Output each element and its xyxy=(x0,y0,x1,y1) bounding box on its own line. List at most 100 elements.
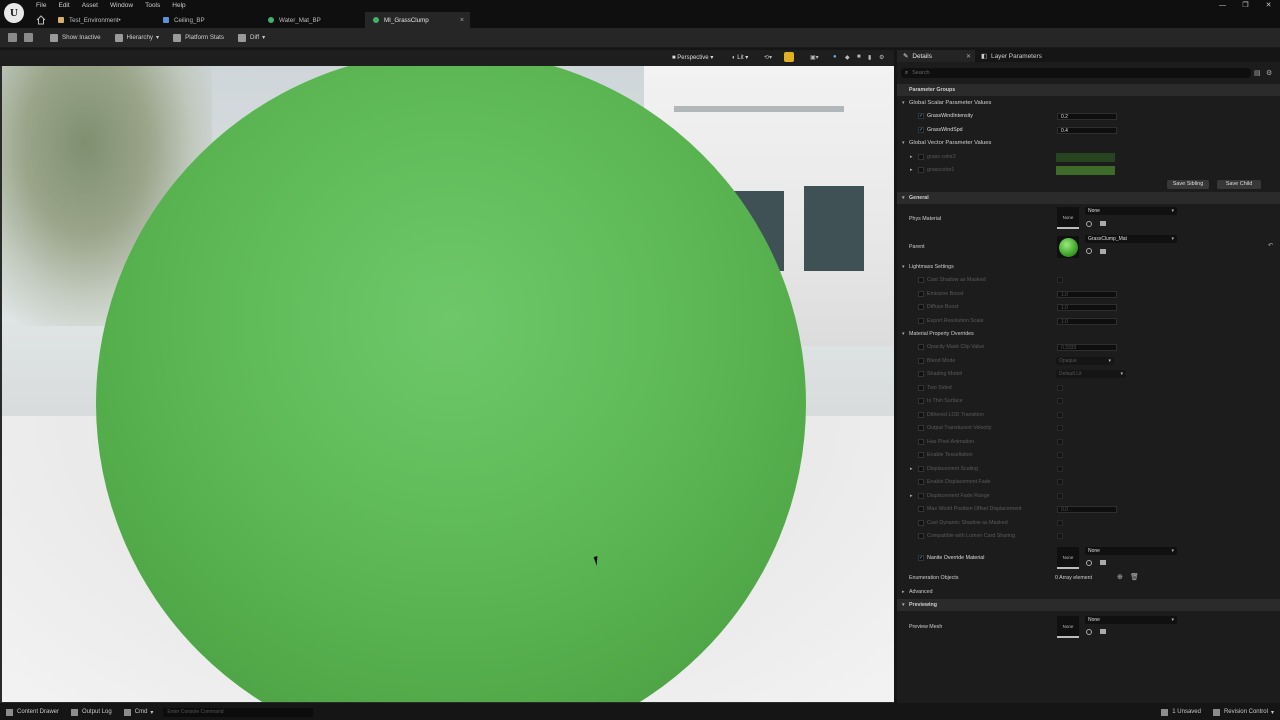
expand-arrow-icon[interactable]: ▸ xyxy=(910,167,913,173)
expand-arrow-icon[interactable]: ▸ xyxy=(910,493,913,499)
cylinder-preview-icon[interactable]: ▮ xyxy=(868,54,871,61)
property-override-checkbox[interactable] xyxy=(918,398,924,404)
property-override-checkbox[interactable] xyxy=(918,425,924,431)
save-sibling-button[interactable]: Save Sibling xyxy=(1167,180,1209,189)
revision-control-button[interactable]: Revision Control ▾ xyxy=(1212,708,1274,716)
property-override-checkbox[interactable] xyxy=(918,438,924,445)
tab-layer-parameters[interactable]: ◧ Layer Parameters xyxy=(975,50,1065,62)
param-value-field[interactable]: 0.4 xyxy=(1057,126,1117,134)
view-mode-dropdown[interactable]: ◐ Lit ▾ xyxy=(732,54,748,61)
material-overrides-header[interactable]: ▾ Material Property Overrides xyxy=(897,328,1280,340)
layout-icon[interactable]: ▣▾ xyxy=(810,54,819,61)
tab-ceiling-bp[interactable]: Ceiling_BP xyxy=(155,12,260,28)
property-value-field[interactable]: 1.0 xyxy=(1057,290,1117,298)
nanite-thumbnail[interactable]: None xyxy=(1057,547,1079,569)
tab-water-mat-bp[interactable]: Water_Mat_BP xyxy=(260,12,365,28)
property-override-checkbox[interactable] xyxy=(918,290,924,297)
property-value-checkbox[interactable] xyxy=(1057,533,1063,539)
tab-details[interactable]: ✎ Details ✕ xyxy=(897,50,975,62)
property-override-checkbox[interactable] xyxy=(918,533,924,539)
property-value-checkbox[interactable] xyxy=(1057,277,1063,283)
property-dropdown[interactable]: Default Lit xyxy=(1056,370,1126,378)
property-value-checkbox[interactable] xyxy=(1057,519,1063,526)
home-icon[interactable] xyxy=(36,15,46,25)
property-override-checkbox[interactable] xyxy=(918,506,924,512)
property-override-checkbox[interactable] xyxy=(918,304,924,310)
content-drawer-button[interactable]: Content Drawer xyxy=(6,708,59,716)
hierarchy-button[interactable]: Hierarchy ▾ xyxy=(114,33,159,42)
param-override-checkbox[interactable] xyxy=(918,555,924,561)
menu-tools[interactable]: Tools xyxy=(139,2,166,12)
expand-arrow-icon[interactable]: ▸ xyxy=(910,154,913,160)
console-input[interactable]: Enter Console Command xyxy=(163,707,314,717)
trash-icon[interactable]: 🗑 xyxy=(1130,573,1139,581)
show-inactive-button[interactable]: Show Inactive xyxy=(50,33,101,42)
parent-thumbnail[interactable] xyxy=(1057,236,1079,258)
property-override-checkbox[interactable] xyxy=(918,465,924,472)
property-override-checkbox[interactable] xyxy=(918,317,924,324)
color-swatch[interactable] xyxy=(1056,152,1115,162)
advanced-header[interactable]: ▸ Advanced xyxy=(897,586,1280,598)
diff-button[interactable]: Diff ▾ xyxy=(237,33,265,42)
platform-stats-button[interactable]: Platform Stats xyxy=(173,33,224,42)
property-override-checkbox[interactable] xyxy=(918,344,924,350)
save-icon[interactable] xyxy=(8,33,17,42)
nanite-override-dropdown[interactable]: None xyxy=(1085,547,1177,555)
property-override-checkbox[interactable] xyxy=(918,411,924,418)
parent-dropdown[interactable]: GrassClump_Mat xyxy=(1085,235,1177,243)
preview-mesh-dropdown[interactable]: None xyxy=(1085,616,1177,624)
param-override-checkbox[interactable] xyxy=(918,113,924,119)
cube-preview-icon[interactable]: ■ xyxy=(857,54,861,60)
color-swatch[interactable] xyxy=(1056,165,1115,175)
property-value-field[interactable]: 1.0 xyxy=(1057,304,1117,311)
perspective-dropdown[interactable]: ■ Perspective ▾ xyxy=(672,54,713,61)
previewing-header[interactable]: ▾ Previewing xyxy=(897,599,1280,611)
property-value-checkbox[interactable] xyxy=(1057,398,1063,404)
mesh-preview-icon[interactable]: ⚙ xyxy=(879,54,884,61)
param-value-field[interactable]: 0.2 xyxy=(1057,112,1117,120)
reset-arrow-icon[interactable]: ↶ xyxy=(1268,242,1273,249)
property-value-field[interactable]: 0.0 xyxy=(1057,506,1117,513)
save-child-button[interactable]: Save Child xyxy=(1217,180,1261,189)
menu-asset[interactable]: Asset xyxy=(76,2,104,12)
property-override-checkbox[interactable] xyxy=(918,371,924,377)
property-value-field[interactable]: 1.0 xyxy=(1057,317,1117,325)
gear-icon[interactable]: ⚙ xyxy=(1266,69,1272,77)
add-element-icon[interactable]: ⊕ xyxy=(1117,573,1123,581)
phys-material-dropdown[interactable]: None xyxy=(1085,207,1177,215)
unreal-logo-icon[interactable]: U xyxy=(4,3,24,23)
property-value-checkbox[interactable] xyxy=(1057,465,1063,472)
close-window-icon[interactable]: ✕ xyxy=(1257,0,1280,12)
menu-edit[interactable]: Edit xyxy=(52,2,75,12)
browse-arrow-icon[interactable] xyxy=(1086,248,1092,254)
browse-icon[interactable] xyxy=(24,33,33,42)
property-override-checkbox[interactable] xyxy=(918,357,924,364)
property-override-checkbox[interactable] xyxy=(918,492,924,499)
close-tab-icon[interactable]: ✕ xyxy=(966,53,971,60)
property-value-checkbox[interactable] xyxy=(1057,438,1063,445)
material-viewport[interactable]: ■ Perspective ▾ ◐ Lit ▾ ⟲▾ ▣▾ ● ◆ ■ ▮ ⚙ … xyxy=(0,50,894,703)
property-dropdown[interactable]: Opaque xyxy=(1056,356,1114,365)
property-value-checkbox[interactable] xyxy=(1057,492,1063,499)
search-input[interactable]: ⌕ Search xyxy=(901,68,1251,78)
folder-icon[interactable] xyxy=(1100,249,1106,254)
global-vector-header[interactable]: ▾ Global Vector Parameter Values xyxy=(897,137,1280,149)
tab-mi-grassclump[interactable]: MI_GrassClump × xyxy=(365,12,470,28)
tab-test-environment[interactable]: Test_Environment• xyxy=(50,12,155,28)
parameter-groups-header[interactable]: Parameter Groups xyxy=(897,84,1280,96)
global-scalar-header[interactable]: ▾ Global Scalar Parameter Values xyxy=(897,97,1280,109)
folder-icon[interactable] xyxy=(1100,221,1106,226)
property-value-checkbox[interactable] xyxy=(1057,452,1063,458)
param-override-checkbox[interactable] xyxy=(918,127,924,133)
property-override-checkbox[interactable] xyxy=(918,452,924,458)
browse-arrow-icon[interactable] xyxy=(1086,560,1092,566)
output-log-button[interactable]: Output Log xyxy=(71,708,112,716)
menu-help[interactable]: Help xyxy=(166,2,191,12)
general-header[interactable]: ▾ General xyxy=(897,192,1280,204)
phys-material-thumbnail[interactable]: None xyxy=(1057,207,1079,229)
property-override-checkbox[interactable] xyxy=(918,519,924,526)
unsaved-button[interactable]: 1 Unsaved xyxy=(1161,708,1201,716)
view-options-icon[interactable]: ▤ xyxy=(1254,69,1261,77)
plane-preview-icon[interactable]: ◆ xyxy=(845,54,850,61)
param-override-checkbox[interactable] xyxy=(918,167,924,173)
